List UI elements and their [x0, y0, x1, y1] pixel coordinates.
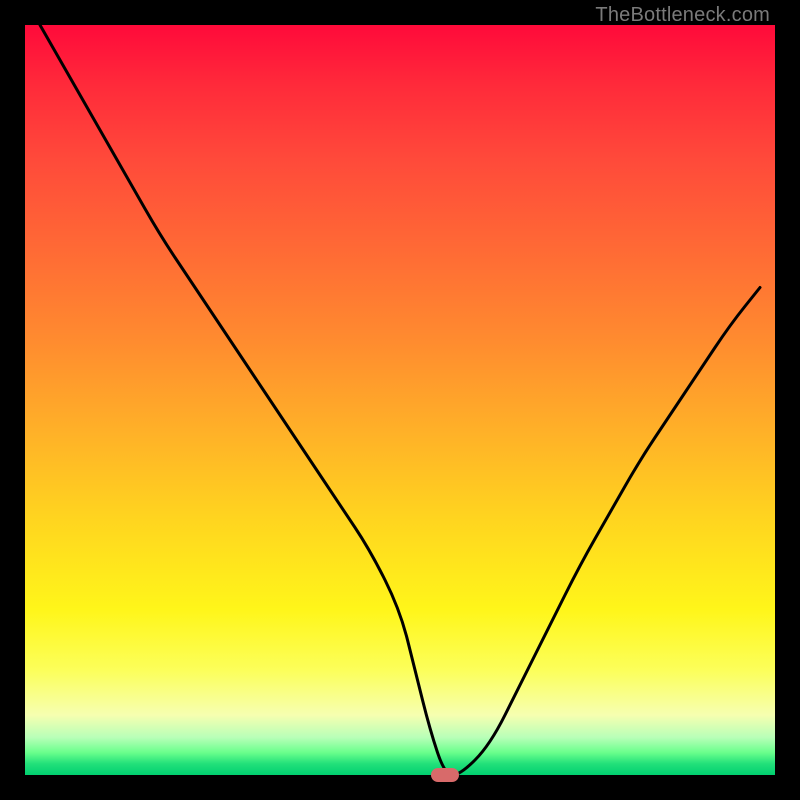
curve-path: [40, 25, 760, 775]
bottleneck-curve: [25, 25, 775, 775]
chart-frame: TheBottleneck.com: [0, 0, 800, 800]
minimum-marker: [431, 768, 459, 782]
watermark-text: TheBottleneck.com: [595, 4, 770, 27]
plot-area: [25, 25, 775, 775]
